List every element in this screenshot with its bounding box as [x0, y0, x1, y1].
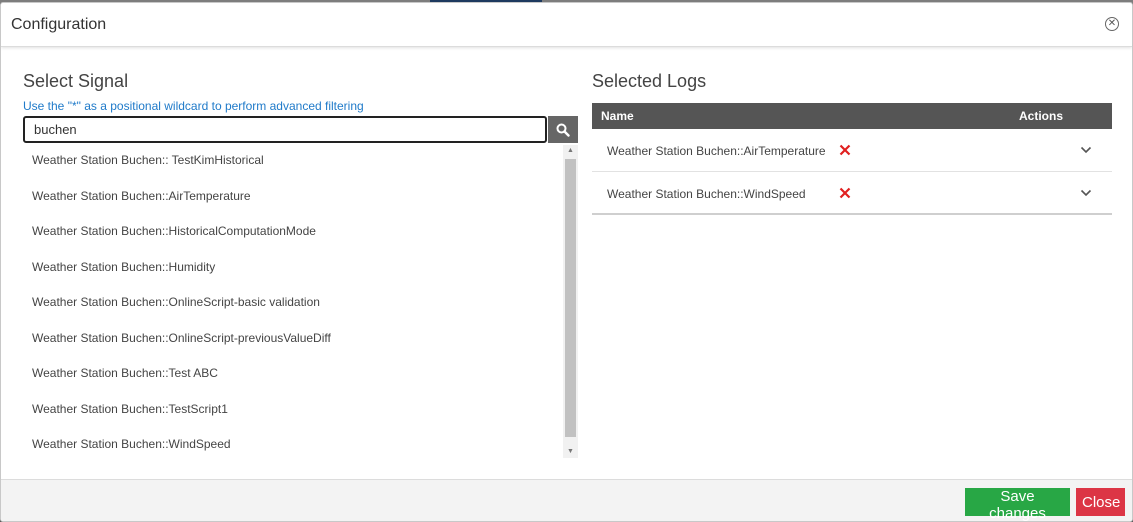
select-signal-title: Select Signal: [23, 71, 129, 91]
column-header-name: Name: [601, 109, 634, 123]
search-row: [23, 116, 578, 143]
selected-logs-table: Name Actions Weather Station Buchen::Air…: [592, 103, 1112, 215]
close-circle-icon[interactable]: ✕: [1105, 17, 1119, 31]
selected-log-row: Weather Station Buchen::AirTemperature: [592, 129, 1112, 172]
selected-logs-title: Selected Logs: [592, 71, 707, 91]
modal-body: Select Signal Use the "*" as a positiona…: [1, 47, 1132, 480]
remove-x-icon[interactable]: [839, 144, 851, 156]
signal-list-item[interactable]: Weather Station Buchen::OnlineScript-bas…: [23, 287, 563, 323]
signal-list-item[interactable]: Weather Station Buchen::Humidity: [23, 252, 563, 288]
scroll-down-arrow-icon[interactable]: ▼: [563, 446, 578, 458]
chevron-down-icon[interactable]: [1080, 145, 1092, 155]
selected-logs-panel: Selected Logs Name Actions Weather Stati…: [592, 71, 1112, 215]
column-header-actions: Actions: [1019, 109, 1064, 123]
signal-search-input[interactable]: [23, 116, 548, 143]
selected-log-row: Weather Station Buchen::WindSpeed: [592, 172, 1112, 215]
selected-log-name: Weather Station Buchen::AirTemperature: [607, 144, 826, 158]
remove-x-icon[interactable]: [839, 187, 851, 199]
modal-footer: Save changes Close: [1, 479, 1132, 521]
modal-title: Configuration: [11, 15, 107, 33]
signal-list-container: Weather Station Buchen:: TestKimHistoric…: [23, 145, 578, 458]
signal-list-item[interactable]: Weather Station Buchen::HistoricalComput…: [23, 216, 563, 252]
logs-table-header: Name Actions: [592, 103, 1112, 129]
signal-list-scrollbar[interactable]: ▲ ▼: [563, 145, 578, 458]
save-changes-button[interactable]: Save changes: [965, 488, 1070, 521]
chevron-down-icon[interactable]: [1080, 188, 1092, 198]
signal-list-item[interactable]: Weather Station Buchen::Test ABC: [23, 358, 563, 394]
signal-list-item[interactable]: Weather Station Buchen::AirTemperature: [23, 181, 563, 217]
signal-list: Weather Station Buchen:: TestKimHistoric…: [23, 145, 563, 465]
scroll-thumb[interactable]: [565, 159, 576, 437]
logs-table-body: Weather Station Buchen::AirTemperatureWe…: [592, 129, 1112, 215]
wildcard-hint: Use the "*" as a positional wildcard to …: [23, 99, 364, 113]
select-signal-panel: Select Signal Use the "*" as a positiona…: [23, 71, 578, 458]
selected-log-name: Weather Station Buchen::WindSpeed: [607, 187, 806, 201]
search-icon: [556, 123, 570, 137]
modal-header: Configuration ✕: [1, 3, 1132, 47]
close-button[interactable]: Close: [1076, 488, 1125, 516]
configuration-modal: Configuration ✕ Select Signal Use the "*…: [0, 2, 1133, 522]
signal-list-item[interactable]: Weather Station Buchen::TestScript1: [23, 394, 563, 430]
signal-list-item[interactable]: Weather Station Buchen::OnlineScript-pre…: [23, 323, 563, 359]
scroll-up-arrow-icon[interactable]: ▲: [563, 145, 578, 157]
search-button[interactable]: [548, 116, 578, 143]
signal-list-item[interactable]: Weather Station Buchen::WindSpeed: [23, 429, 563, 465]
signal-list-item[interactable]: Weather Station Buchen:: TestKimHistoric…: [23, 145, 563, 181]
